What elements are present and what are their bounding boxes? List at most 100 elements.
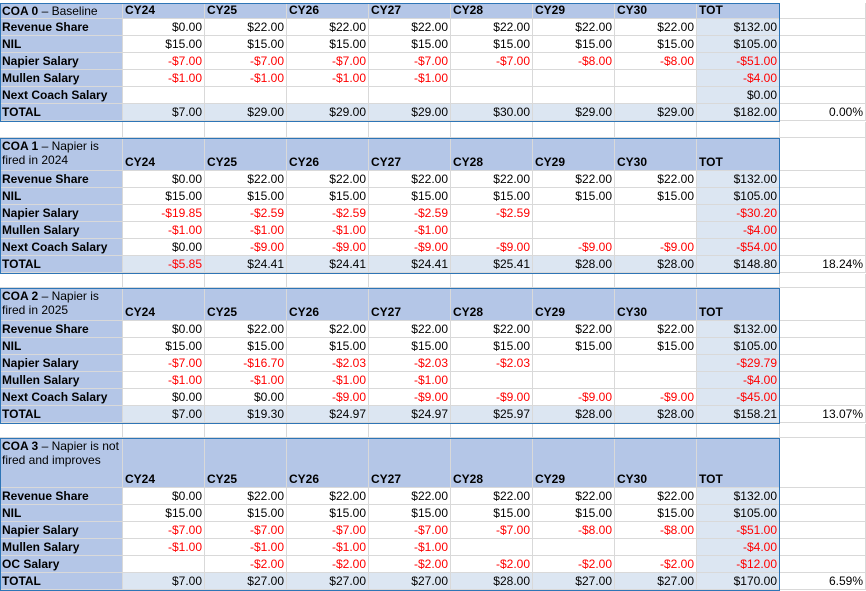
empty-cell[interactable] xyxy=(780,188,866,205)
empty-cell[interactable] xyxy=(780,19,866,36)
value-cell[interactable]: -$2.00 xyxy=(615,556,697,573)
empty-cell[interactable] xyxy=(780,274,866,288)
value-cell[interactable]: -$9.00 xyxy=(287,239,369,256)
value-cell[interactable]: $22.00 xyxy=(533,321,615,338)
percent-cell[interactable]: 0.00% xyxy=(780,104,866,121)
total-value-cell[interactable]: $29.00 xyxy=(369,104,451,121)
value-cell[interactable] xyxy=(369,87,451,104)
value-cell[interactable]: -$1.00 xyxy=(123,222,205,239)
value-cell[interactable]: -$2.00 xyxy=(451,556,533,573)
value-cell[interactable]: -$9.00 xyxy=(369,389,451,406)
value-cell[interactable] xyxy=(615,372,697,389)
column-header-cy26[interactable]: CY26 xyxy=(287,3,369,19)
total-value-cell[interactable]: $7.00 xyxy=(123,573,205,590)
value-cell[interactable]: $15.00 xyxy=(369,338,451,355)
total-value-cell[interactable]: $25.97 xyxy=(451,406,533,423)
value-cell[interactable]: -$7.00 xyxy=(123,53,205,70)
column-header-cy29[interactable]: CY29 xyxy=(533,3,615,19)
value-cell[interactable]: $15.00 xyxy=(287,338,369,355)
total-value-cell[interactable]: $105.00 xyxy=(697,338,780,355)
coa-title-cell[interactable]: COA 3 – Napier is not fired and improves xyxy=(0,438,123,488)
value-cell[interactable]: $22.00 xyxy=(615,488,697,505)
value-cell[interactable]: -$8.00 xyxy=(533,522,615,539)
total-value-cell[interactable]: $105.00 xyxy=(697,505,780,522)
value-cell[interactable]: $22.00 xyxy=(451,321,533,338)
value-cell[interactable]: $0.00 xyxy=(123,389,205,406)
value-cell[interactable]: $15.00 xyxy=(451,505,533,522)
total-value-cell[interactable]: -$4.00 xyxy=(697,222,780,239)
total-value-cell[interactable]: $27.00 xyxy=(205,573,287,590)
column-header-cy25[interactable]: CY25 xyxy=(205,288,287,321)
value-cell[interactable] xyxy=(533,372,615,389)
row-label[interactable]: Revenue Share xyxy=(0,19,123,36)
value-cell[interactable]: -$1.00 xyxy=(287,372,369,389)
total-label[interactable]: TOTAL xyxy=(0,406,123,423)
value-cell[interactable]: -$7.00 xyxy=(451,53,533,70)
value-cell[interactable]: -$2.03 xyxy=(451,355,533,372)
value-cell[interactable]: -$7.00 xyxy=(451,522,533,539)
row-label[interactable]: Next Coach Salary xyxy=(0,389,123,406)
value-cell[interactable]: $15.00 xyxy=(533,188,615,205)
value-cell[interactable]: $15.00 xyxy=(287,505,369,522)
empty-cell[interactable] xyxy=(697,274,780,288)
value-cell[interactable] xyxy=(533,539,615,556)
value-cell[interactable] xyxy=(451,70,533,87)
value-cell[interactable]: -$1.00 xyxy=(123,70,205,87)
value-cell[interactable]: -$9.00 xyxy=(287,389,369,406)
empty-cell[interactable] xyxy=(780,122,866,138)
value-cell[interactable] xyxy=(451,87,533,104)
column-header-cy24[interactable]: CY24 xyxy=(123,138,205,171)
value-cell[interactable]: $15.00 xyxy=(205,36,287,53)
column-header-tot[interactable]: TOT xyxy=(697,138,780,171)
empty-cell[interactable] xyxy=(780,36,866,53)
column-header-tot[interactable]: TOT xyxy=(697,438,780,488)
empty-cell[interactable] xyxy=(533,424,615,438)
total-value-cell[interactable]: $24.41 xyxy=(287,256,369,273)
total-value-cell[interactable]: $24.97 xyxy=(287,406,369,423)
value-cell[interactable] xyxy=(533,222,615,239)
value-cell[interactable]: $22.00 xyxy=(369,321,451,338)
value-cell[interactable]: $22.00 xyxy=(369,171,451,188)
total-value-cell[interactable]: $27.00 xyxy=(287,573,369,590)
empty-cell[interactable] xyxy=(780,87,866,104)
column-header-cy29[interactable]: CY29 xyxy=(533,438,615,488)
column-header-cy29[interactable]: CY29 xyxy=(533,138,615,171)
value-cell[interactable]: $0.00 xyxy=(123,19,205,36)
column-header-cy25[interactable]: CY25 xyxy=(205,438,287,488)
total-value-cell[interactable]: $30.00 xyxy=(451,104,533,121)
value-cell[interactable]: -$2.59 xyxy=(451,205,533,222)
value-cell[interactable]: -$9.00 xyxy=(451,389,533,406)
coa-title-cell[interactable]: COA 2 – Napier is fired in 2025 xyxy=(0,288,123,321)
value-cell[interactable]: -$1.00 xyxy=(287,539,369,556)
value-cell[interactable] xyxy=(615,355,697,372)
total-value-cell[interactable]: $0.00 xyxy=(697,87,780,104)
value-cell[interactable]: $22.00 xyxy=(287,19,369,36)
column-header-cy28[interactable]: CY28 xyxy=(451,138,533,171)
value-cell[interactable]: $15.00 xyxy=(615,188,697,205)
empty-cell[interactable] xyxy=(287,274,369,288)
empty-cell[interactable] xyxy=(780,171,866,188)
column-header-cy24[interactable]: CY24 xyxy=(123,438,205,488)
value-cell[interactable]: -$7.00 xyxy=(205,522,287,539)
value-cell[interactable]: -$7.00 xyxy=(287,53,369,70)
total-value-cell[interactable]: -$29.79 xyxy=(697,355,780,372)
value-cell[interactable]: -$1.00 xyxy=(205,70,287,87)
value-cell[interactable]: $0.00 xyxy=(205,389,287,406)
total-value-cell[interactable]: $29.00 xyxy=(287,104,369,121)
total-value-cell[interactable]: $27.00 xyxy=(615,573,697,590)
total-value-cell[interactable]: $28.00 xyxy=(533,256,615,273)
value-cell[interactable]: -$1.00 xyxy=(369,372,451,389)
total-label[interactable]: TOTAL xyxy=(0,104,123,121)
value-cell[interactable]: -$7.00 xyxy=(369,53,451,70)
column-header-cy27[interactable]: CY27 xyxy=(369,438,451,488)
value-cell[interactable]: $22.00 xyxy=(615,321,697,338)
total-value-cell[interactable]: $24.41 xyxy=(369,256,451,273)
percent-cell[interactable]: 6.59% xyxy=(780,573,866,590)
value-cell[interactable]: -$19.85 xyxy=(123,205,205,222)
value-cell[interactable]: -$2.00 xyxy=(533,556,615,573)
column-header-tot[interactable]: TOT xyxy=(697,288,780,321)
column-header-cy27[interactable]: CY27 xyxy=(369,3,451,19)
column-header-cy28[interactable]: CY28 xyxy=(451,288,533,321)
total-value-cell[interactable]: -$51.00 xyxy=(697,53,780,70)
value-cell[interactable] xyxy=(615,87,697,104)
